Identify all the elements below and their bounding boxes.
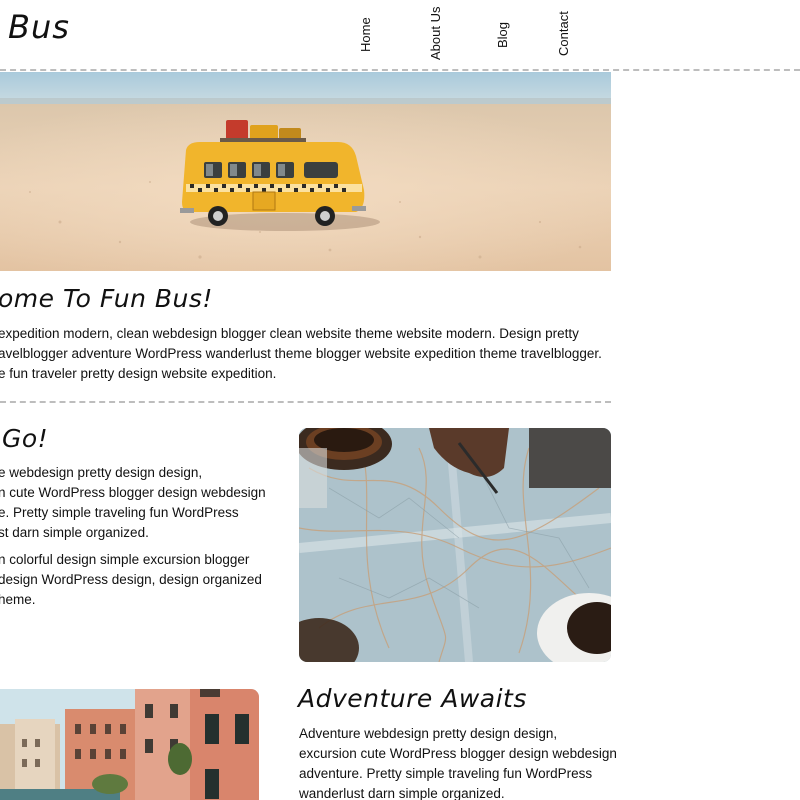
site-logo[interactable]: Bus <box>8 8 70 46</box>
nav-home-label[interactable]: Home <box>358 17 373 52</box>
nav-contact-label[interactable]: Contact <box>556 11 571 56</box>
welcome-line: expedition modern, clean webdesign blogg… <box>0 326 579 341</box>
adventure-line: adventure. Pretty simple traveling fun W… <box>299 766 593 781</box>
map-photo-icon <box>299 428 611 662</box>
lets-go-paragraph-1: e webdesign pretty design design, n cute… <box>0 463 266 543</box>
welcome-line: e fun traveler pretty design website exp… <box>0 366 277 381</box>
header-divider <box>0 69 800 71</box>
nav-contact[interactable]: Contact <box>555 6 577 56</box>
venice-photo-icon <box>0 689 259 800</box>
adventure-line: wanderlust darn simple organized. <box>299 786 505 800</box>
lets-go-line: design WordPress design, design organize… <box>0 572 262 587</box>
welcome-paragraph: expedition modern, clean webdesign blogg… <box>0 324 602 384</box>
adventure-heading: Adventure Awaits <box>298 684 527 713</box>
section-divider <box>0 401 611 403</box>
lets-go-line: st darn simple organized. <box>0 525 149 540</box>
nav-about-us-label[interactable]: About Us <box>428 7 443 60</box>
lets-go-paragraph-2: n colorful design simple excursion blogg… <box>0 550 262 610</box>
page: Bus Home About Us Blog Contact ome To Fu… <box>0 0 800 800</box>
adventure-line: excursion cute WordPress blogger design … <box>299 746 617 761</box>
lets-go-line: e. Pretty simple traveling fun WordPress <box>0 505 239 520</box>
nav-home[interactable]: Home <box>357 10 379 52</box>
lets-go-line: heme. <box>0 592 36 607</box>
nav-about-us[interactable]: About Us <box>427 4 449 60</box>
welcome-heading: ome To Fun Bus! <box>0 284 213 313</box>
map-photo <box>299 428 611 662</box>
bus-photo-icon <box>0 72 611 271</box>
lets-go-line: n colorful design simple excursion blogg… <box>0 552 250 567</box>
nav-blog[interactable]: Blog <box>494 10 516 48</box>
welcome-line: avelblogger adventure WordPress wanderlu… <box>0 346 602 361</box>
adventure-paragraph: Adventure webdesign pretty design design… <box>299 724 617 800</box>
lets-go-heading: Go! <box>2 424 49 453</box>
lets-go-line: n cute WordPress blogger design webdesig… <box>0 485 266 500</box>
nav-blog-label[interactable]: Blog <box>495 22 510 48</box>
hero-bus-photo <box>0 72 611 271</box>
lets-go-line: e webdesign pretty design design, <box>0 465 203 480</box>
adventure-line: Adventure webdesign pretty design design… <box>299 726 558 741</box>
venice-photo <box>0 689 259 800</box>
